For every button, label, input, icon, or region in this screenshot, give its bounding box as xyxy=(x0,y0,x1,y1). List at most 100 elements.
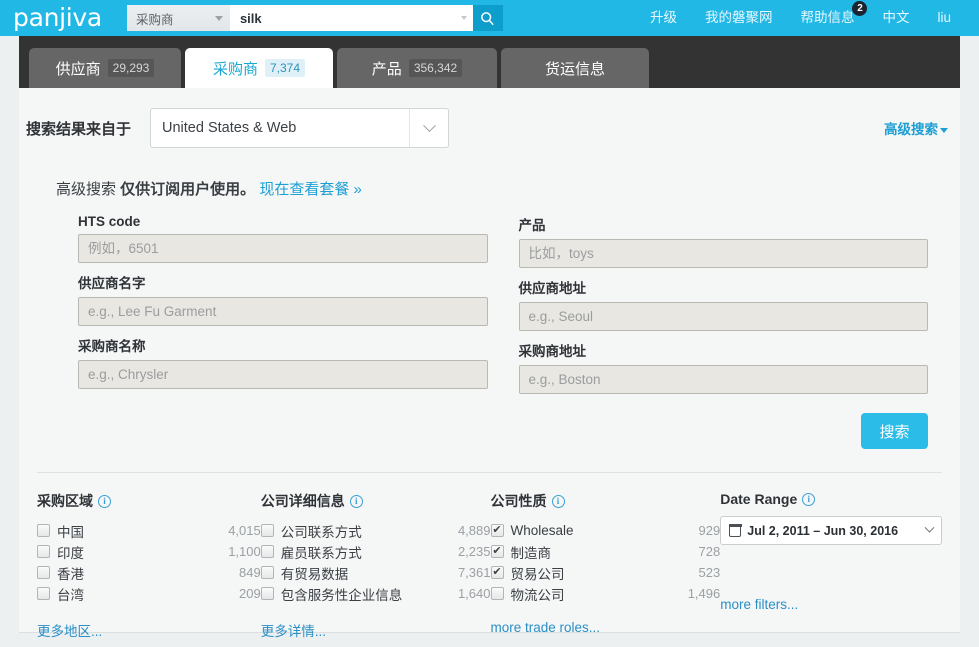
filter-option-count: 849 xyxy=(239,565,261,580)
checkbox-checked[interactable]: ✔ xyxy=(490,524,504,537)
magnifier-icon xyxy=(481,11,495,25)
checkbox[interactable] xyxy=(37,545,50,558)
buyer-address-input[interactable] xyxy=(518,365,928,394)
chevron-down-icon xyxy=(924,522,935,533)
nav-item-help[interactable]: 帮助信息 2 xyxy=(786,0,868,36)
panjiva-logo[interactable]: panjiva xyxy=(13,0,102,36)
more-trade-roles-link[interactable]: more trade roles... xyxy=(491,620,601,635)
filter-option-count: 1,496 xyxy=(687,586,721,601)
country-source-select[interactable]: United States & Web xyxy=(150,108,450,148)
field-buyer-name: 采购商名称 xyxy=(78,335,488,389)
supplier-address-input[interactable] xyxy=(518,302,928,331)
source-label: 搜索结果来自于 xyxy=(26,120,132,138)
checkbox-checked[interactable]: ✔ xyxy=(490,566,504,579)
info-icon[interactable]: i xyxy=(551,494,565,508)
chevron-down-icon xyxy=(422,118,436,132)
tab-suppliers[interactable]: 供应商 29,293 xyxy=(29,48,181,88)
filter-option-has-trade-data[interactable]: 有贸易数据 7,361 xyxy=(260,562,491,583)
filter-option-label: 公司联系方式 xyxy=(280,524,362,540)
search-input-value: silk xyxy=(239,10,262,26)
product-input[interactable] xyxy=(518,239,928,268)
filter-option-label: 贸易公司 xyxy=(510,566,565,582)
advanced-search-toggle[interactable]: 高级搜索 xyxy=(884,118,948,138)
view-plans-link[interactable]: 现在查看套餐 » xyxy=(259,181,362,198)
field-buyer-address: 采购商地址 xyxy=(518,340,928,394)
filter-option-manufacturer[interactable]: ✔ 制造商 728 xyxy=(490,541,721,562)
filter-option-logistics-company[interactable]: 物流公司 1,496 xyxy=(490,583,721,604)
filter-option-count: 1,100 xyxy=(228,544,261,559)
info-icon[interactable]: i xyxy=(802,492,816,506)
tab-shipments[interactable]: 货运信息 xyxy=(501,48,649,88)
checkbox[interactable] xyxy=(490,587,504,600)
field-label: 采购商名称 xyxy=(78,339,146,354)
nav-item-my-panjiva[interactable]: 我的磐聚网 xyxy=(691,0,787,36)
form-column-right: 产品 供应商地址 采购商地址 xyxy=(518,214,928,403)
more-details-link[interactable]: 更多详情... xyxy=(261,620,326,640)
search-button[interactable]: 搜索 xyxy=(861,413,928,449)
chevron-down-icon xyxy=(460,16,467,20)
global-search: 采购商 silk xyxy=(126,5,503,31)
top-bar: panjiva 采购商 silk 升级 我的磐聚网 帮助信息 2 中文 liu xyxy=(0,0,979,36)
filter-title-label: 公司详细信息 xyxy=(260,493,345,509)
checkbox[interactable] xyxy=(260,545,274,558)
filter-option-label: Wholesale xyxy=(510,523,574,538)
checkbox[interactable] xyxy=(260,587,274,600)
nav-item-upgrade[interactable]: 升级 xyxy=(636,0,691,36)
subscription-notice: 高级搜索 仅供订阅用户使用。 现在查看套餐 » xyxy=(19,178,960,199)
filter-option-label: 物流公司 xyxy=(510,587,565,603)
filter-option-employee-contact[interactable]: 雇员联系方式 2,235 xyxy=(260,541,491,562)
filter-option-label: 香港 xyxy=(57,566,84,582)
filter-option-label: 台湾 xyxy=(57,587,84,603)
checkbox[interactable] xyxy=(260,566,274,579)
tab-count: 356,342 xyxy=(408,59,463,77)
filter-option-trading-company[interactable]: ✔ 贸易公司 523 xyxy=(490,562,720,583)
filter-option-hongkong[interactable]: 香港 849 xyxy=(37,562,261,583)
checkbox-checked[interactable]: ✔ xyxy=(490,545,504,558)
filter-option-taiwan[interactable]: 台湾 209 xyxy=(37,583,261,604)
filter-option-company-contact[interactable]: 公司联系方式 4,889 xyxy=(260,520,491,541)
checkbox[interactable] xyxy=(37,587,50,600)
filter-option-wholesale[interactable]: ✔ Wholesale 929 xyxy=(490,520,721,541)
nav-label: 中文 xyxy=(882,10,910,25)
more-regions-link[interactable]: 更多地区... xyxy=(37,620,102,640)
filter-option-count: 728 xyxy=(698,544,721,559)
filter-option-count: 929 xyxy=(698,523,721,538)
filter-option-china[interactable]: 中国 4,015 xyxy=(37,520,261,541)
search-scope-value: 采购商 xyxy=(135,12,174,27)
info-icon[interactable]: i xyxy=(98,494,111,508)
tab-buyers[interactable]: 采购商 7,374 xyxy=(185,48,333,88)
tab-products[interactable]: 产品 356,342 xyxy=(337,48,497,88)
filter-option-includes-service-companies[interactable]: 包含服务性企业信息 1,640 xyxy=(260,583,491,604)
search-submit-button[interactable] xyxy=(472,5,503,31)
checkbox[interactable] xyxy=(37,566,50,579)
date-range-select[interactable]: Jul 2, 2011 – Jun 30, 2016 xyxy=(720,516,943,545)
checkbox[interactable] xyxy=(260,524,274,537)
buyer-name-input[interactable] xyxy=(78,360,488,389)
top-navigation: 升级 我的磐聚网 帮助信息 2 中文 liu xyxy=(636,0,965,36)
field-product: 产品 xyxy=(518,214,928,268)
hts-code-input[interactable] xyxy=(78,234,488,263)
advanced-search-form: HTS code 供应商名字 采购商名称 产品 供应商地址 xyxy=(19,214,960,403)
checkbox[interactable] xyxy=(37,524,50,537)
info-icon[interactable]: i xyxy=(349,494,363,508)
field-label: 供应商名字 xyxy=(78,276,146,291)
search-scope-select[interactable]: 采购商 xyxy=(126,5,230,31)
nav-label: liu xyxy=(937,10,951,25)
filter-option-label: 有贸易数据 xyxy=(280,566,349,582)
filter-option-india[interactable]: 印度 1,100 xyxy=(37,541,261,562)
supplier-name-input[interactable] xyxy=(78,297,488,326)
nav-item-account[interactable]: liu xyxy=(923,0,965,36)
filter-group-company-details: 公司详细信息 i 公司联系方式 4,889 雇员联系方式 2,235 有贸易数据… xyxy=(260,473,491,641)
filter-title-label: Date Range xyxy=(720,491,798,507)
chevron-down-icon xyxy=(214,15,223,21)
nav-label: 我的磐聚网 xyxy=(704,10,773,25)
nav-label: 帮助信息 xyxy=(800,10,855,25)
filter-option-count: 1,640 xyxy=(457,586,491,601)
search-input[interactable]: silk xyxy=(229,5,473,31)
more-filters-link[interactable]: more filters... xyxy=(720,597,798,612)
field-supplier-name: 供应商名字 xyxy=(78,272,488,326)
filters-section: 采购区域 i 中国 4,015 印度 1,100 香港 849 台湾 209 更… xyxy=(19,473,960,641)
nav-item-language[interactable]: 中文 xyxy=(868,0,923,36)
submit-row: 搜索 xyxy=(19,403,960,449)
filter-title: 采购区域 i xyxy=(37,491,261,511)
